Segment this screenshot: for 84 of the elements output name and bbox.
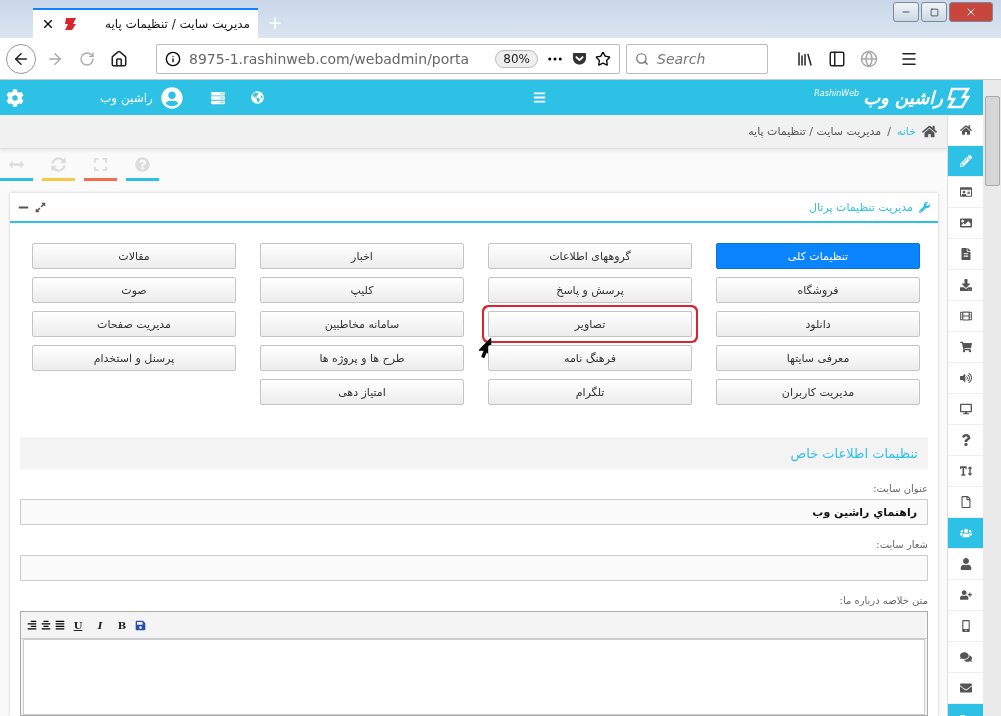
logo-icon [63,16,79,32]
module-button[interactable]: فرهنگ نامه [488,345,692,371]
house-icon [110,49,128,68]
scrollbar[interactable] [983,80,1001,716]
globe-icon [860,49,878,68]
tab-title: مدیریت سایت / تنظیمات پایه [103,17,250,31]
section-title: تنظیمات اطلاعات خاص [790,445,918,461]
module-button[interactable]: مدیریت صفحات [32,311,236,337]
user-plus-icon [959,589,972,601]
text-field[interactable] [20,555,928,581]
info-icon [165,50,181,67]
maximize-icon [929,7,939,17]
user-icon [959,558,972,570]
module-button[interactable]: فروشگاه [716,277,920,303]
module-button[interactable]: کلیپ [260,277,464,303]
module-button[interactable]: مدیریت کاربران [716,379,920,405]
home-icon[interactable] [922,124,937,139]
wrench-icon [919,201,930,213]
pencil-icon [959,155,972,167]
field-label: متن خلاصه درباره ما: [838,595,928,606]
logo-subtext: RashinWeb [814,88,860,98]
module-button[interactable]: صوت [32,277,236,303]
close-icon[interactable] [41,17,55,31]
text-height-icon [959,465,972,477]
module-button[interactable]: سامانه مخاطبین [260,311,464,337]
chat-icon [959,651,972,663]
align-justify-icon[interactable] [55,620,65,630]
panel-title: مدیریت تنظیمات پرتال [808,200,913,214]
home-icon [959,124,972,136]
search-icon [635,50,649,67]
search-field[interactable]: Search [626,43,768,74]
module-button[interactable]: امتیاز دهی [260,379,464,405]
module-button[interactable]: تلگرام [488,379,692,405]
monitor-icon [959,403,972,415]
question-icon [959,434,972,446]
download-icon [959,279,972,291]
library-icon [796,49,814,68]
field-label: عنوان سایت: [872,483,928,494]
module-button[interactable]: پرسنل و استخدام [32,345,236,371]
logo-icon [947,86,971,109]
module-button[interactable]: اخبار [260,243,464,269]
module-button[interactable]: معرفی سایتها [716,345,920,371]
address-bar[interactable]: 8975-1.rashinweb.com/webadmin/porta 80% [156,43,620,74]
text-field[interactable]: راهنماي راشين وب [20,499,928,525]
module-button[interactable]: مقالات [32,243,236,269]
maximize-button[interactable] [921,2,947,22]
refresh-icon [51,156,66,172]
module-button[interactable]: پرسش و پاسخ [488,277,692,303]
envelope-icon [959,682,972,694]
module-button[interactable]: گروههای اطلاعات [488,243,692,269]
id-card-icon [959,186,972,198]
film-icon [959,310,972,322]
browser-tab[interactable]: مدیریت سایت / تنظیمات پایه [33,8,258,38]
zoom-badge[interactable]: 80% [495,49,538,68]
expand-icon[interactable] [35,201,46,213]
speaker-icon [959,372,972,384]
phone-icon [959,620,972,632]
module-button[interactable]: دانلود [716,311,920,337]
field-label: شعار سایت: [875,539,928,550]
format-button[interactable]: I [93,619,107,631]
pocket-icon[interactable] [572,51,587,66]
format-button[interactable]: U [71,619,85,631]
document-icon [959,248,972,260]
star-icon[interactable] [595,50,611,67]
blank-page-icon [959,496,972,508]
save-icon[interactable] [135,619,146,631]
close-icon [965,6,977,18]
help-icon [135,156,150,172]
breadcrumb-current: مدیریت سایت / تنظیمات پایه [748,125,882,138]
breadcrumb-separator: / [887,125,891,138]
expand-icon [93,156,108,172]
format-button[interactable]: B [115,619,129,631]
align-right-icon[interactable] [27,620,37,630]
minimize-button[interactable] [893,2,919,22]
module-button[interactable]: تنظیمات کلی [716,243,920,269]
reload-icon [79,50,95,67]
sidebar-icon [828,49,846,68]
logo-text: راشین وب [863,87,943,108]
align-center-icon[interactable] [41,620,51,630]
url-text: 8975-1.rashinweb.com/webadmin/porta [189,50,471,67]
image-icon [959,217,972,229]
users-icon [959,527,972,539]
module-button[interactable]: طرح ها و پروژه ها [260,345,464,371]
cart-icon [959,341,972,353]
